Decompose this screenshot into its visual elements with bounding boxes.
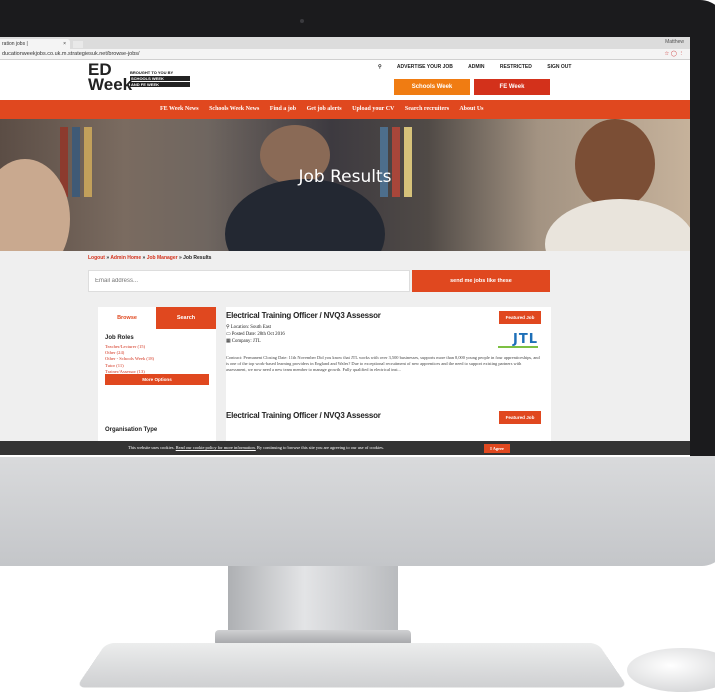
featured-badge: Featured Job (499, 411, 541, 424)
job-roles-heading: Job Roles (105, 335, 134, 341)
breadcrumb-admin-home[interactable]: Admin Home (110, 255, 141, 261)
job-title-link[interactable]: Electrical Training Officer / NVQ3 Asses… (226, 311, 381, 320)
cookie-agree-button[interactable]: I Agree (484, 444, 510, 453)
keyboard (76, 643, 628, 688)
tab-close-icon[interactable]: × (63, 39, 66, 49)
top-link-sign-out[interactable]: SIGN OUT (547, 64, 571, 70)
top-link-advertise[interactable]: ADVERTISE YOUR JOB (397, 64, 453, 70)
mouse (627, 648, 715, 692)
nav-search-recruiters[interactable]: Search recruiters (405, 106, 449, 112)
job-results-list: Electrical Training Officer / NVQ3 Asses… (226, 307, 551, 441)
job-title-link[interactable]: Electrical Training Officer / NVQ3 Asses… (226, 411, 381, 420)
job-roles-list: Teacher/Lecturer (15) Other (24) Other -… (105, 344, 154, 375)
main-nav: FE Week News Schools Week News Find a jo… (0, 100, 690, 119)
camera (300, 19, 304, 23)
cookie-text: This website uses cookies. Read our cook… (128, 445, 384, 450)
more-options-button[interactable]: More Options (105, 374, 209, 385)
site-header: ED Week BROUGHT TO YOU BY SCHOOLS WEEK A… (0, 60, 690, 100)
logo-schools: SCHOOLS WEEK (130, 76, 190, 81)
hero-banner: Job Results (0, 119, 690, 251)
logo-tagline: BROUGHT TO YOU BY SCHOOLS WEEK AND FE WE… (130, 70, 190, 87)
top-links: ⚲ ADVERTISE YOUR JOB ADMIN RESTRICTED SI… (378, 64, 585, 70)
hero-person-body (545, 199, 690, 251)
browser-screen: ration jobs | × Matthew ducationweekjobs… (0, 37, 690, 457)
logo-brought: BROUGHT TO YOU BY (130, 70, 174, 75)
sidebar-tabs: Browse Search (98, 307, 216, 329)
nav-about-us[interactable]: About Us (459, 106, 483, 112)
breadcrumb-current: Job Results (183, 255, 212, 261)
page-title: Job Results (298, 167, 392, 187)
logo-week: Week (88, 75, 133, 94)
hero-person-head (575, 119, 655, 209)
tab-browse[interactable]: Browse (98, 307, 156, 329)
company-logo[interactable]: JTL (513, 332, 538, 347)
browser-menu-icons[interactable]: ☆ ◯ ⋮ (664, 49, 684, 59)
job-description: Contract: Permanent Closing Date: 11th N… (226, 355, 540, 373)
main-content: Logout » Admin Home » Job Manager » Job … (0, 251, 690, 441)
browser-user[interactable]: Matthew (665, 39, 684, 45)
nav-find-a-job[interactable]: Find a job (270, 106, 296, 112)
job-meta: ⚲ Location: South East ▭ Posted Date: 28… (226, 324, 285, 346)
location-icon: ⚲ (226, 325, 230, 330)
new-tab-button[interactable] (73, 41, 83, 48)
job-listing: Electrical Training Officer / NVQ3 Asses… (226, 407, 551, 441)
address-bar[interactable]: ducationweekjobs.co.uk.m.strategiesuk.ne… (0, 49, 690, 60)
url-text: ducationweekjobs.co.uk.m.strategiesuk.ne… (2, 51, 140, 57)
company-logo-underline (498, 346, 538, 348)
breadcrumb: Logout » Admin Home » Job Manager » Job … (88, 255, 211, 261)
edweek-logo[interactable]: ED Week BROUGHT TO YOU BY SCHOOLS WEEK A… (88, 61, 190, 94)
tab-title: ration jobs | (2, 41, 28, 47)
job-location: Location: South East (230, 325, 271, 330)
job-alert-form: send me jobs like these (88, 270, 550, 292)
company-icon: ▦ (226, 339, 231, 345)
schools-week-button[interactable]: Schools Week (394, 79, 470, 95)
top-link-admin[interactable]: ADMIN (468, 64, 484, 70)
job-listing: Electrical Training Officer / NVQ3 Asses… (226, 307, 551, 407)
logo-fe: AND FE WEEK (130, 82, 190, 87)
browser-tab-bar: ration jobs | × Matthew (0, 37, 690, 49)
email-field[interactable] (88, 270, 410, 292)
breadcrumb-logout[interactable]: Logout (88, 255, 105, 261)
nav-fe-week-news[interactable]: FE Week News (160, 106, 199, 112)
org-type-heading: Organisation Type (105, 427, 158, 433)
advertise-icon: ⚲ (378, 64, 382, 70)
breadcrumb-job-manager[interactable]: Job Manager (147, 255, 178, 261)
cookie-policy-link[interactable]: Read our cookie policy for more informat… (176, 445, 256, 450)
job-company: Company: JTL (231, 339, 261, 345)
send-jobs-button[interactable]: send me jobs like these (412, 270, 550, 292)
fe-week-button[interactable]: FE Week (474, 79, 550, 95)
nav-upload-cv[interactable]: Upload your CV (352, 106, 394, 112)
cookie-banner: This website uses cookies. Read our cook… (0, 441, 690, 455)
nav-get-job-alerts[interactable]: Get job alerts (307, 106, 342, 112)
nav-schools-week-news[interactable]: Schools Week News (209, 106, 259, 112)
hero-person-body (225, 179, 385, 251)
tab-search[interactable]: Search (156, 307, 216, 329)
monitor-stand (228, 566, 398, 638)
featured-badge: Featured Job (499, 311, 541, 324)
job-posted: Posted Date: 28th Oct 2016 (231, 332, 285, 338)
top-link-restricted[interactable]: RESTRICTED (500, 64, 532, 70)
filter-sidebar: Browse Search Job Roles Teacher/Lecturer… (98, 307, 216, 441)
browser-tab[interactable]: ration jobs | × (0, 39, 70, 49)
calendar-icon: ▭ (226, 332, 231, 338)
monitor-chin (0, 456, 715, 566)
